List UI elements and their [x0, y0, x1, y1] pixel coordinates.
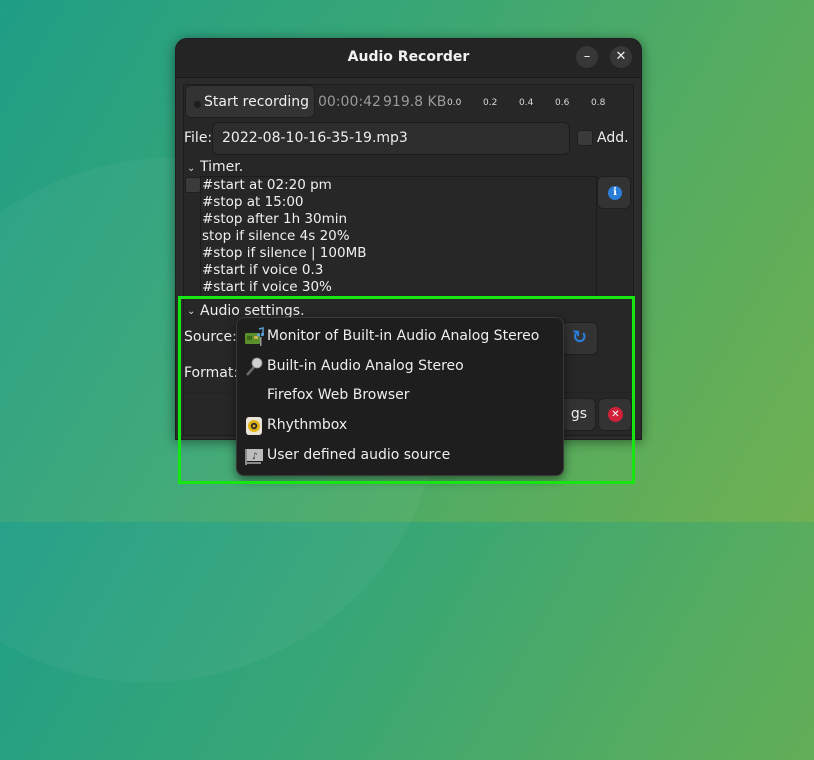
window-title: Audio Recorder: [347, 49, 470, 65]
level-tick: 0.6: [555, 98, 570, 108]
settings-button-label: gs: [570, 406, 587, 422]
menu-item-label: Monitor of Built-in Audio Analog Stereo: [267, 328, 540, 344]
timer-expander-chevron-icon[interactable]: ⌄: [187, 163, 195, 174]
source-dropdown-menu: Monitor of Built-in Audio Analog Stereo …: [236, 317, 564, 476]
timer-enable-checkbox[interactable]: [185, 177, 201, 193]
refresh-sources-button[interactable]: ↻: [562, 322, 598, 355]
start-recording-label: Start recording: [204, 94, 310, 110]
elapsed-time: 00:00:42: [318, 94, 381, 110]
file-label: File:: [184, 130, 213, 146]
sound-card-icon: [245, 327, 264, 346]
minimize-icon: –: [583, 49, 591, 64]
timer-line: #start at 02:20 pm: [202, 177, 332, 193]
level-tick: 0.2: [483, 98, 498, 108]
info-icon: i: [608, 186, 622, 200]
level-tick: 0.0: [447, 98, 462, 108]
level-tick: 0.4: [519, 98, 534, 108]
start-recording-button[interactable]: Start recording: [185, 85, 315, 118]
timer-line: #start if voice 0.3: [202, 262, 324, 278]
svg-text:♪: ♪: [252, 452, 258, 462]
minimize-button[interactable]: –: [576, 46, 598, 68]
close-icon: ✕: [615, 49, 627, 64]
menu-item-label: Built-in Audio Analog Stereo: [267, 358, 464, 374]
add-label: Add.: [597, 130, 629, 146]
timer-expander[interactable]: Timer.: [200, 159, 243, 175]
filename-value: 2022-08-10-16-35-19.mp3: [222, 130, 408, 146]
menu-item-firefox[interactable]: Firefox Web Browser: [237, 382, 563, 410]
record-indicator-icon: [194, 101, 201, 108]
menu-item-built-in-audio[interactable]: Built-in Audio Analog Stereo: [237, 353, 563, 381]
format-label: Format:: [184, 365, 239, 381]
refresh-icon: ↻: [572, 327, 588, 348]
close-circle-icon: ✕: [608, 407, 623, 422]
menu-item-label: Firefox Web Browser: [267, 387, 410, 403]
add-checkbox[interactable]: [577, 130, 593, 146]
menu-item-rhythmbox[interactable]: Rhythmbox: [237, 412, 563, 440]
filename-input[interactable]: 2022-08-10-16-35-19.mp3: [212, 122, 570, 155]
menu-item-label: User defined audio source: [267, 447, 451, 463]
menu-item-label: Rhythmbox: [267, 417, 348, 433]
rhythmbox-icon: [246, 417, 262, 435]
file-size: 919.8 KB: [383, 94, 447, 110]
microphone-icon: [246, 357, 263, 376]
timer-line: #stop if silence | 100MB: [202, 245, 367, 261]
level-tick: 0.8: [591, 98, 606, 108]
menu-item-user-defined[interactable]: ♪ User defined audio source: [237, 442, 563, 470]
timer-line: #stop after 1h 30min: [202, 211, 348, 227]
audio-settings-chevron-icon[interactable]: ⌄: [187, 306, 195, 317]
close-window-button[interactable]: ✕: [610, 46, 632, 68]
quit-button[interactable]: ✕: [598, 398, 632, 431]
timer-commands-textarea[interactable]: #start at 02:20 pm #stop at 15:00 #stop …: [200, 176, 597, 297]
source-label: Source:: [184, 329, 237, 345]
user-audio-source-icon: ♪: [245, 449, 263, 465]
title-bar: Audio Recorder – ✕: [176, 39, 641, 78]
timer-info-button[interactable]: i: [597, 176, 631, 209]
timer-line: stop if silence 4s 20%: [202, 228, 350, 244]
timer-line: #stop at 15:00: [202, 194, 304, 210]
timer-line: #start if voice 30%: [202, 279, 332, 295]
menu-item-monitor-built-in[interactable]: Monitor of Built-in Audio Analog Stereo: [237, 323, 563, 351]
